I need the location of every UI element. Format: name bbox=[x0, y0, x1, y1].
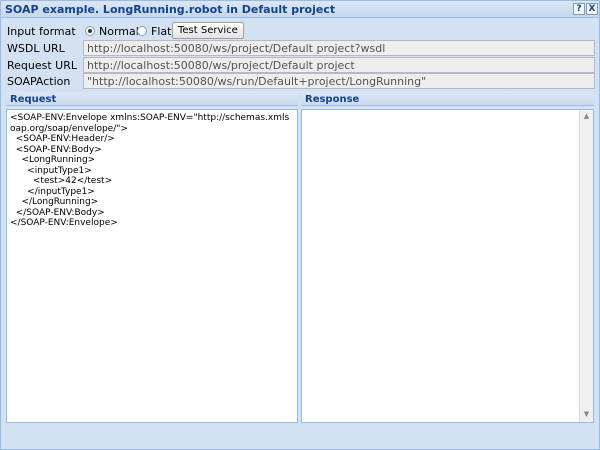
input-format-row: Input format Normal Flat Test Service bbox=[7, 22, 597, 39]
response-editor[interactable]: ▲ ▼ bbox=[301, 109, 594, 423]
title-bar[interactable]: SOAP example. LongRunning.robot in Defau… bbox=[1, 1, 599, 18]
radio-normal[interactable] bbox=[85, 26, 95, 36]
request-editor[interactable]: <SOAP-ENV:Envelope xmlns:SOAP-ENV="http:… bbox=[6, 109, 298, 423]
request-url-label: Request URL bbox=[7, 59, 78, 72]
radio-flat-label[interactable]: Flat bbox=[151, 25, 171, 38]
response-body bbox=[302, 110, 593, 116]
soap-dialog: SOAP example. LongRunning.robot in Defau… bbox=[0, 0, 600, 450]
soap-action-field[interactable]: "http://localhost:50080/ws/run/Default+p… bbox=[83, 73, 595, 89]
request-header: Request bbox=[6, 92, 298, 106]
wsdl-url-field[interactable]: http://localhost:50080/ws/project/Defaul… bbox=[83, 40, 595, 56]
test-service-button[interactable]: Test Service bbox=[172, 22, 244, 39]
window-title: SOAP example. LongRunning.robot in Defau… bbox=[5, 3, 336, 16]
soap-action-row: SOAPAction "http://localhost:50080/ws/ru… bbox=[7, 73, 597, 89]
request-url-field[interactable]: http://localhost:50080/ws/project/Defaul… bbox=[83, 57, 595, 73]
scroll-down-icon[interactable]: ▼ bbox=[581, 409, 592, 420]
dialog-footer bbox=[1, 425, 599, 449]
wsdl-url-row: WSDL URL http://localhost:50080/ws/proje… bbox=[7, 40, 597, 56]
request-body[interactable]: <SOAP-ENV:Envelope xmlns:SOAP-ENV="http:… bbox=[7, 110, 297, 232]
request-url-row: Request URL http://localhost:50080/ws/pr… bbox=[7, 57, 597, 73]
response-scrollbar[interactable]: ▲ ▼ bbox=[579, 110, 593, 422]
radio-flat[interactable] bbox=[137, 26, 147, 36]
help-icon[interactable]: ? bbox=[573, 3, 585, 15]
scroll-up-icon[interactable]: ▲ bbox=[581, 111, 592, 122]
close-icon[interactable]: X bbox=[586, 3, 598, 15]
response-header: Response bbox=[301, 92, 594, 106]
wsdl-url-label: WSDL URL bbox=[7, 42, 65, 55]
radio-normal-label[interactable]: Normal bbox=[99, 25, 139, 38]
input-format-label: Input format bbox=[7, 25, 76, 38]
soap-action-label: SOAPAction bbox=[7, 75, 71, 88]
